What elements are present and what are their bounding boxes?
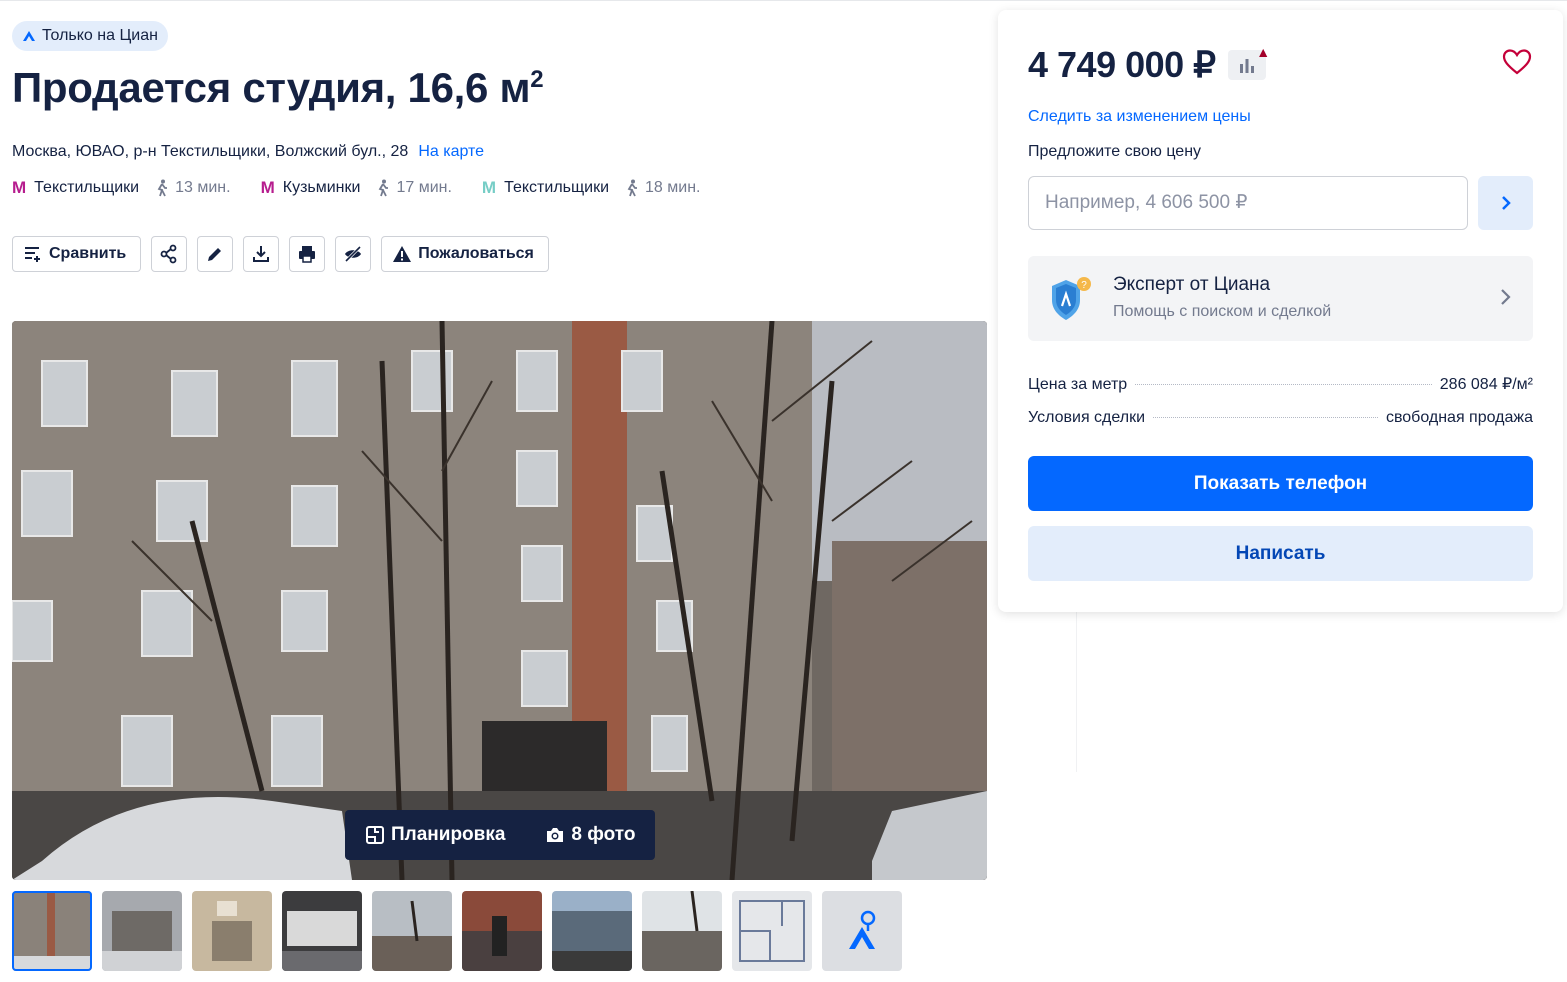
chevron-right-icon	[1501, 196, 1511, 210]
thumbnail[interactable]	[642, 891, 722, 971]
svg-text:?: ?	[1081, 280, 1087, 291]
bar-chart-icon	[1239, 59, 1254, 73]
metro-item[interactable]: M Кузьминки 17 мин.	[261, 178, 452, 198]
price-per-meter-row: Цена за метр 286 084 ₽/м²	[1028, 374, 1533, 394]
compare-label: Сравнить	[49, 245, 127, 262]
walk-time-text: 18 мин.	[645, 179, 701, 196]
title-text: Продается студия, 16,6 м	[12, 64, 531, 111]
floor-plan-label: Планировка	[391, 824, 506, 845]
thumbnail[interactable]	[372, 891, 452, 971]
address: Москва, ЮВАО, р-н Текстильщики, Волжский…	[12, 143, 484, 161]
print-button[interactable]	[289, 236, 326, 272]
thumbnail[interactable]	[102, 891, 182, 971]
chevron-right-icon	[1501, 289, 1511, 305]
camera-icon	[547, 828, 564, 842]
thumbnail-strip	[12, 891, 902, 971]
metro-item[interactable]: M Текстильщики 13 мин.	[12, 178, 231, 198]
walk-time: 17 мин.	[376, 179, 452, 197]
write-message-button[interactable]: Написать	[1028, 526, 1533, 581]
price-sidebar: 4 749 000 ₽ ▲ Следить за изменением цены…	[998, 10, 1563, 612]
photo-gallery[interactable]: Планировка 8 фото	[12, 321, 987, 880]
complain-label: Пожаловаться	[418, 245, 534, 262]
favorite-heart-icon[interactable]	[1501, 46, 1533, 78]
thumbnail[interactable]	[552, 891, 632, 971]
dotted-leader	[1135, 384, 1432, 385]
metro-icon: M	[260, 178, 275, 197]
cian-only-badge: Только на Циан	[12, 21, 168, 51]
price-value: 4 749 000 ₽	[1028, 44, 1216, 85]
price-history-button[interactable]: ▲	[1227, 44, 1270, 80]
share-icon	[160, 244, 177, 264]
download-icon	[253, 246, 270, 262]
pencil-icon	[208, 248, 222, 261]
metro-name: Кузьминки	[282, 179, 361, 196]
edit-note-button[interactable]	[197, 236, 234, 272]
thumbnail[interactable]	[12, 891, 92, 971]
offer-price-label: Предложите свою цену	[1028, 143, 1202, 160]
metro-icon: M	[12, 178, 27, 197]
metro-name: Текстильщики	[34, 179, 140, 196]
photos-count-label: 8 фото	[571, 824, 636, 845]
cian-logo-icon	[23, 31, 35, 41]
thumbnail[interactable]	[282, 891, 362, 971]
price: 4 749 000 ₽ ▲	[1028, 44, 1270, 86]
title-sup: 2	[530, 66, 544, 93]
expert-title: Эксперт от Циана	[1113, 274, 1271, 295]
show-phone-button[interactable]: Показать телефон	[1028, 456, 1533, 511]
follow-price-link[interactable]: Следить за изменением цены	[1028, 108, 1251, 126]
compare-button[interactable]: Сравнить	[12, 236, 142, 272]
deal-terms-label: Условия сделки	[1028, 409, 1146, 426]
walk-time: 18 мин.	[625, 179, 701, 197]
metro-item[interactable]: M Текстильщики 18 мин.	[482, 178, 701, 198]
page-title: Продается студия, 16,6 м2	[12, 60, 544, 116]
floor-plan-button[interactable]: Планировка	[345, 810, 525, 860]
metro-icon: M	[481, 178, 497, 197]
walk-icon	[627, 179, 638, 197]
map-link[interactable]: На карте	[418, 143, 484, 161]
divider	[1076, 612, 1077, 772]
walk-icon	[379, 179, 389, 197]
action-toolbar: Сравнить Пожаловаться	[12, 236, 549, 272]
thumbnail[interactable]	[462, 891, 542, 971]
thumbnail[interactable]	[732, 891, 812, 971]
metro-list: M Текстильщики 13 мин. M Кузьминки 17 ми…	[12, 178, 731, 198]
warning-icon	[393, 246, 412, 262]
floor-plan-icon	[366, 826, 384, 844]
walk-time-text: 13 мин.	[175, 179, 231, 196]
main-photo	[12, 321, 987, 880]
deal-terms-row: Условия сделки свободная продажа	[1028, 409, 1533, 427]
dotted-leader	[1153, 417, 1378, 418]
address-text: Москва, ЮВАО, р-н Текстильщики, Волжский…	[12, 143, 409, 160]
share-button[interactable]	[151, 236, 188, 272]
thumbnail[interactable]	[192, 891, 272, 971]
compare-icon	[25, 247, 40, 262]
badge-label: Только на Циан	[42, 27, 158, 44]
metro-name: Текстильщики	[504, 179, 610, 196]
photos-count-button[interactable]: 8 фото	[525, 810, 655, 860]
walk-time: 13 мин.	[155, 179, 231, 197]
shield-icon: ?	[1052, 277, 1091, 320]
deal-terms-value: свободная продажа	[1385, 409, 1533, 426]
walk-time-text: 17 мин.	[396, 179, 452, 196]
offer-price-input[interactable]	[1028, 176, 1468, 230]
hide-button[interactable]	[335, 236, 372, 272]
price-per-meter-value: 286 084 ₽/м²	[1439, 376, 1533, 393]
eye-off-icon	[345, 245, 362, 263]
price-per-meter-label: Цена за метр	[1028, 376, 1128, 393]
top-divider	[0, 0, 1567, 1]
offer-submit-button[interactable]	[1478, 176, 1533, 230]
download-button[interactable]	[243, 236, 280, 272]
map-thumbnail[interactable]	[822, 891, 902, 971]
gallery-controls: Планировка 8 фото	[345, 810, 656, 860]
price-up-arrow-icon: ▲	[1256, 44, 1270, 60]
expert-banner[interactable]: ? Эксперт от Циана Помощь с поиском и сд…	[1028, 256, 1533, 341]
walk-icon	[157, 179, 168, 197]
expert-subtitle: Помощь с поиском и сделкой	[1113, 303, 1332, 320]
printer-icon	[299, 246, 316, 263]
complain-button[interactable]: Пожаловаться	[381, 236, 549, 272]
